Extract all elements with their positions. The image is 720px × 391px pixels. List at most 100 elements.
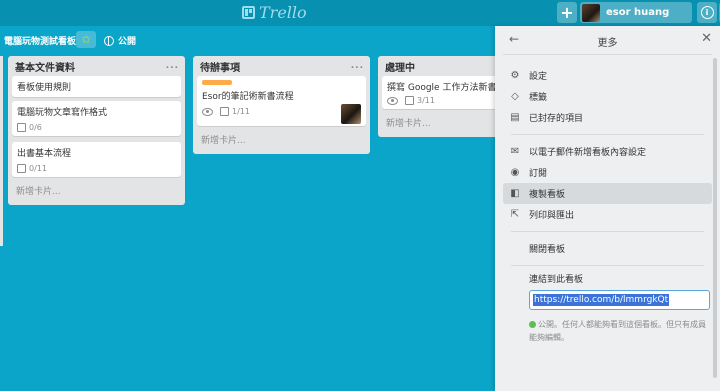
checklist-badge: 0/6	[17, 123, 42, 132]
card-title: 看板使用規則	[17, 83, 72, 93]
list-title: 基本文件資料	[15, 62, 75, 74]
menu-item-label: 訂閱	[529, 169, 548, 179]
top-bar: Trello + esor huang i 🔔	[0, 0, 720, 26]
menu-item-archived[interactable]: ▤ 已封存的項目	[503, 107, 712, 128]
checklist-badge: 0/11	[17, 164, 47, 173]
list-header[interactable]: 基本文件資料 ...	[8, 56, 185, 76]
menu-item-settings[interactable]: ⚙ 設定	[503, 65, 712, 86]
copy-icon: ◧	[510, 188, 520, 199]
checklist-icon	[220, 107, 229, 116]
archive-icon: ▤	[510, 112, 520, 123]
list-card[interactable]: 撰寫 Google 工作方法新書 3/11	[382, 76, 504, 109]
checklist-count: 1/11	[232, 107, 250, 116]
board-link-value: https://trello.com/b/lmmrgkQt	[533, 294, 670, 306]
list-header[interactable]: 待辦事項 ...	[193, 56, 370, 76]
list-menu-button[interactable]: ...	[351, 61, 364, 71]
board-header: 電腦玩物測試看板	[0, 26, 500, 52]
card-badges: 0/6	[17, 123, 176, 132]
menu-item-close-board[interactable]: 關閉看板	[503, 238, 712, 259]
board-title[interactable]: 電腦玩物測試看板	[4, 34, 76, 47]
close-icon[interactable]: ✕	[701, 31, 712, 46]
menu-item-print-export[interactable]: ⇱ 列印與匯出	[503, 204, 712, 225]
checklist-badge: 1/11	[220, 107, 250, 116]
watch-badge	[202, 107, 213, 116]
gear-icon: ⚙	[510, 70, 520, 81]
share-icon: ⇱	[510, 209, 520, 220]
checklist-badge: 3/11	[405, 96, 435, 105]
eye-icon	[202, 107, 213, 116]
list-title: 待辦事項	[200, 62, 240, 74]
menu-item-label: 複製看板	[529, 190, 566, 200]
menu-item-labels[interactable]: ◇ 標籤	[503, 86, 712, 107]
menu-item-subscribe[interactable]: ◉ 訂閱	[503, 162, 712, 183]
sidebar-title: 更多	[597, 38, 618, 49]
visibility-label: 公開	[118, 37, 137, 47]
card-badges: 3/11	[387, 96, 499, 105]
card-title: 電腦玩物文章寫作格式	[17, 108, 108, 118]
eye-icon	[387, 96, 398, 105]
list-title: 處理中	[385, 62, 415, 74]
trello-board-icon	[242, 6, 255, 19]
checklist-count: 0/6	[29, 123, 42, 132]
checklist-icon	[17, 123, 26, 132]
partial-list-edge	[0, 56, 3, 246]
member-menu-button[interactable]: esor huang	[580, 2, 692, 23]
visibility-note: 公開。任何人都能夠看到這個看板。但只有成員能夠編輯。	[529, 318, 710, 344]
sidebar-header: ← 更多 ✕	[503, 26, 712, 55]
list-card[interactable]: 電腦玩物文章寫作格式 0/6	[12, 101, 181, 136]
user-name: esor huang	[606, 7, 670, 18]
checklist-icon	[17, 164, 26, 173]
menu-item-copy-board[interactable]: ◧ 複製看板	[503, 183, 712, 204]
link-label: 連結到此看板	[529, 275, 584, 285]
list-card[interactable]: Esor的筆記術新書流程 1/11	[197, 76, 366, 126]
public-icon	[529, 321, 536, 328]
menu-item-label: 以電子郵件新增看板內容設定	[529, 148, 647, 158]
add-card-link[interactable]: 新增卡片...	[193, 130, 370, 154]
divider	[511, 134, 704, 135]
sidebar-scrollbar[interactable]	[713, 58, 717, 378]
checklist-icon	[405, 96, 414, 105]
checklist-count: 0/11	[29, 164, 47, 173]
list-basic-docs: 基本文件資料 ... 看板使用規則 電腦玩物文章寫作格式 0/6 出書基本流程 …	[8, 56, 185, 205]
card-badges: 1/11	[202, 107, 361, 116]
menu-item-label: 已封存的項目	[529, 114, 584, 124]
card-title: 撰寫 Google 工作方法新書	[387, 83, 497, 93]
list-menu-button[interactable]: ...	[166, 61, 179, 71]
avatar	[582, 3, 600, 22]
board-link-input[interactable]: https://trello.com/b/lmmrgkQt	[529, 290, 710, 310]
watch-badge	[387, 96, 398, 105]
mail-icon: ✉	[510, 146, 520, 157]
card-title: Esor的筆記術新書流程	[202, 92, 294, 102]
info-button[interactable]: i	[697, 2, 717, 23]
note-text: 公開。任何人都能夠看到這個看板。但只有成員能夠編輯。	[529, 320, 706, 342]
globe-icon	[104, 35, 114, 46]
card-badges: 0/11	[17, 164, 176, 173]
tag-icon: ◇	[511, 91, 519, 102]
visibility-button[interactable]: 公開	[104, 34, 136, 47]
menu-item-label: 關閉看板	[529, 245, 566, 255]
list-card[interactable]: 出書基本流程 0/11	[12, 142, 181, 177]
card-title: 出書基本流程	[17, 149, 72, 159]
info-icon: i	[700, 6, 714, 19]
card-member-avatar[interactable]	[341, 104, 361, 124]
card-label	[202, 80, 232, 85]
trello-logo[interactable]: Trello	[242, 3, 307, 22]
divider	[511, 231, 704, 232]
menu-item-label: 標籤	[529, 93, 548, 103]
add-card-link[interactable]: 新增卡片...	[8, 181, 185, 205]
list-todo: 待辦事項 ... Esor的筆記術新書流程 1/11 新增卡片...	[193, 56, 370, 154]
star-button[interactable]: ✩	[76, 31, 96, 48]
divider	[511, 265, 704, 266]
board-menu-sidebar: ← 更多 ✕ ⚙ 設定 ◇ 標籤 ▤ 已封存的項目 ✉ 以電子郵件新增看板內容設…	[495, 26, 720, 391]
eye-icon: ◉	[510, 167, 520, 178]
add-card-link[interactable]: 新增卡片...	[378, 113, 508, 137]
logo-text: Trello	[259, 3, 307, 22]
checklist-count: 3/11	[417, 96, 435, 105]
list-in-progress: 處理中 撰寫 Google 工作方法新書 3/11 新增卡片...	[378, 56, 508, 137]
list-card[interactable]: 看板使用規則	[12, 76, 181, 97]
menu-item-email-settings[interactable]: ✉ 以電子郵件新增看板內容設定	[503, 141, 712, 162]
add-button[interactable]: +	[557, 2, 577, 23]
list-header[interactable]: 處理中	[378, 56, 508, 76]
menu-item-label: 列印與匯出	[529, 211, 575, 221]
menu-item-label: 設定	[529, 72, 548, 82]
